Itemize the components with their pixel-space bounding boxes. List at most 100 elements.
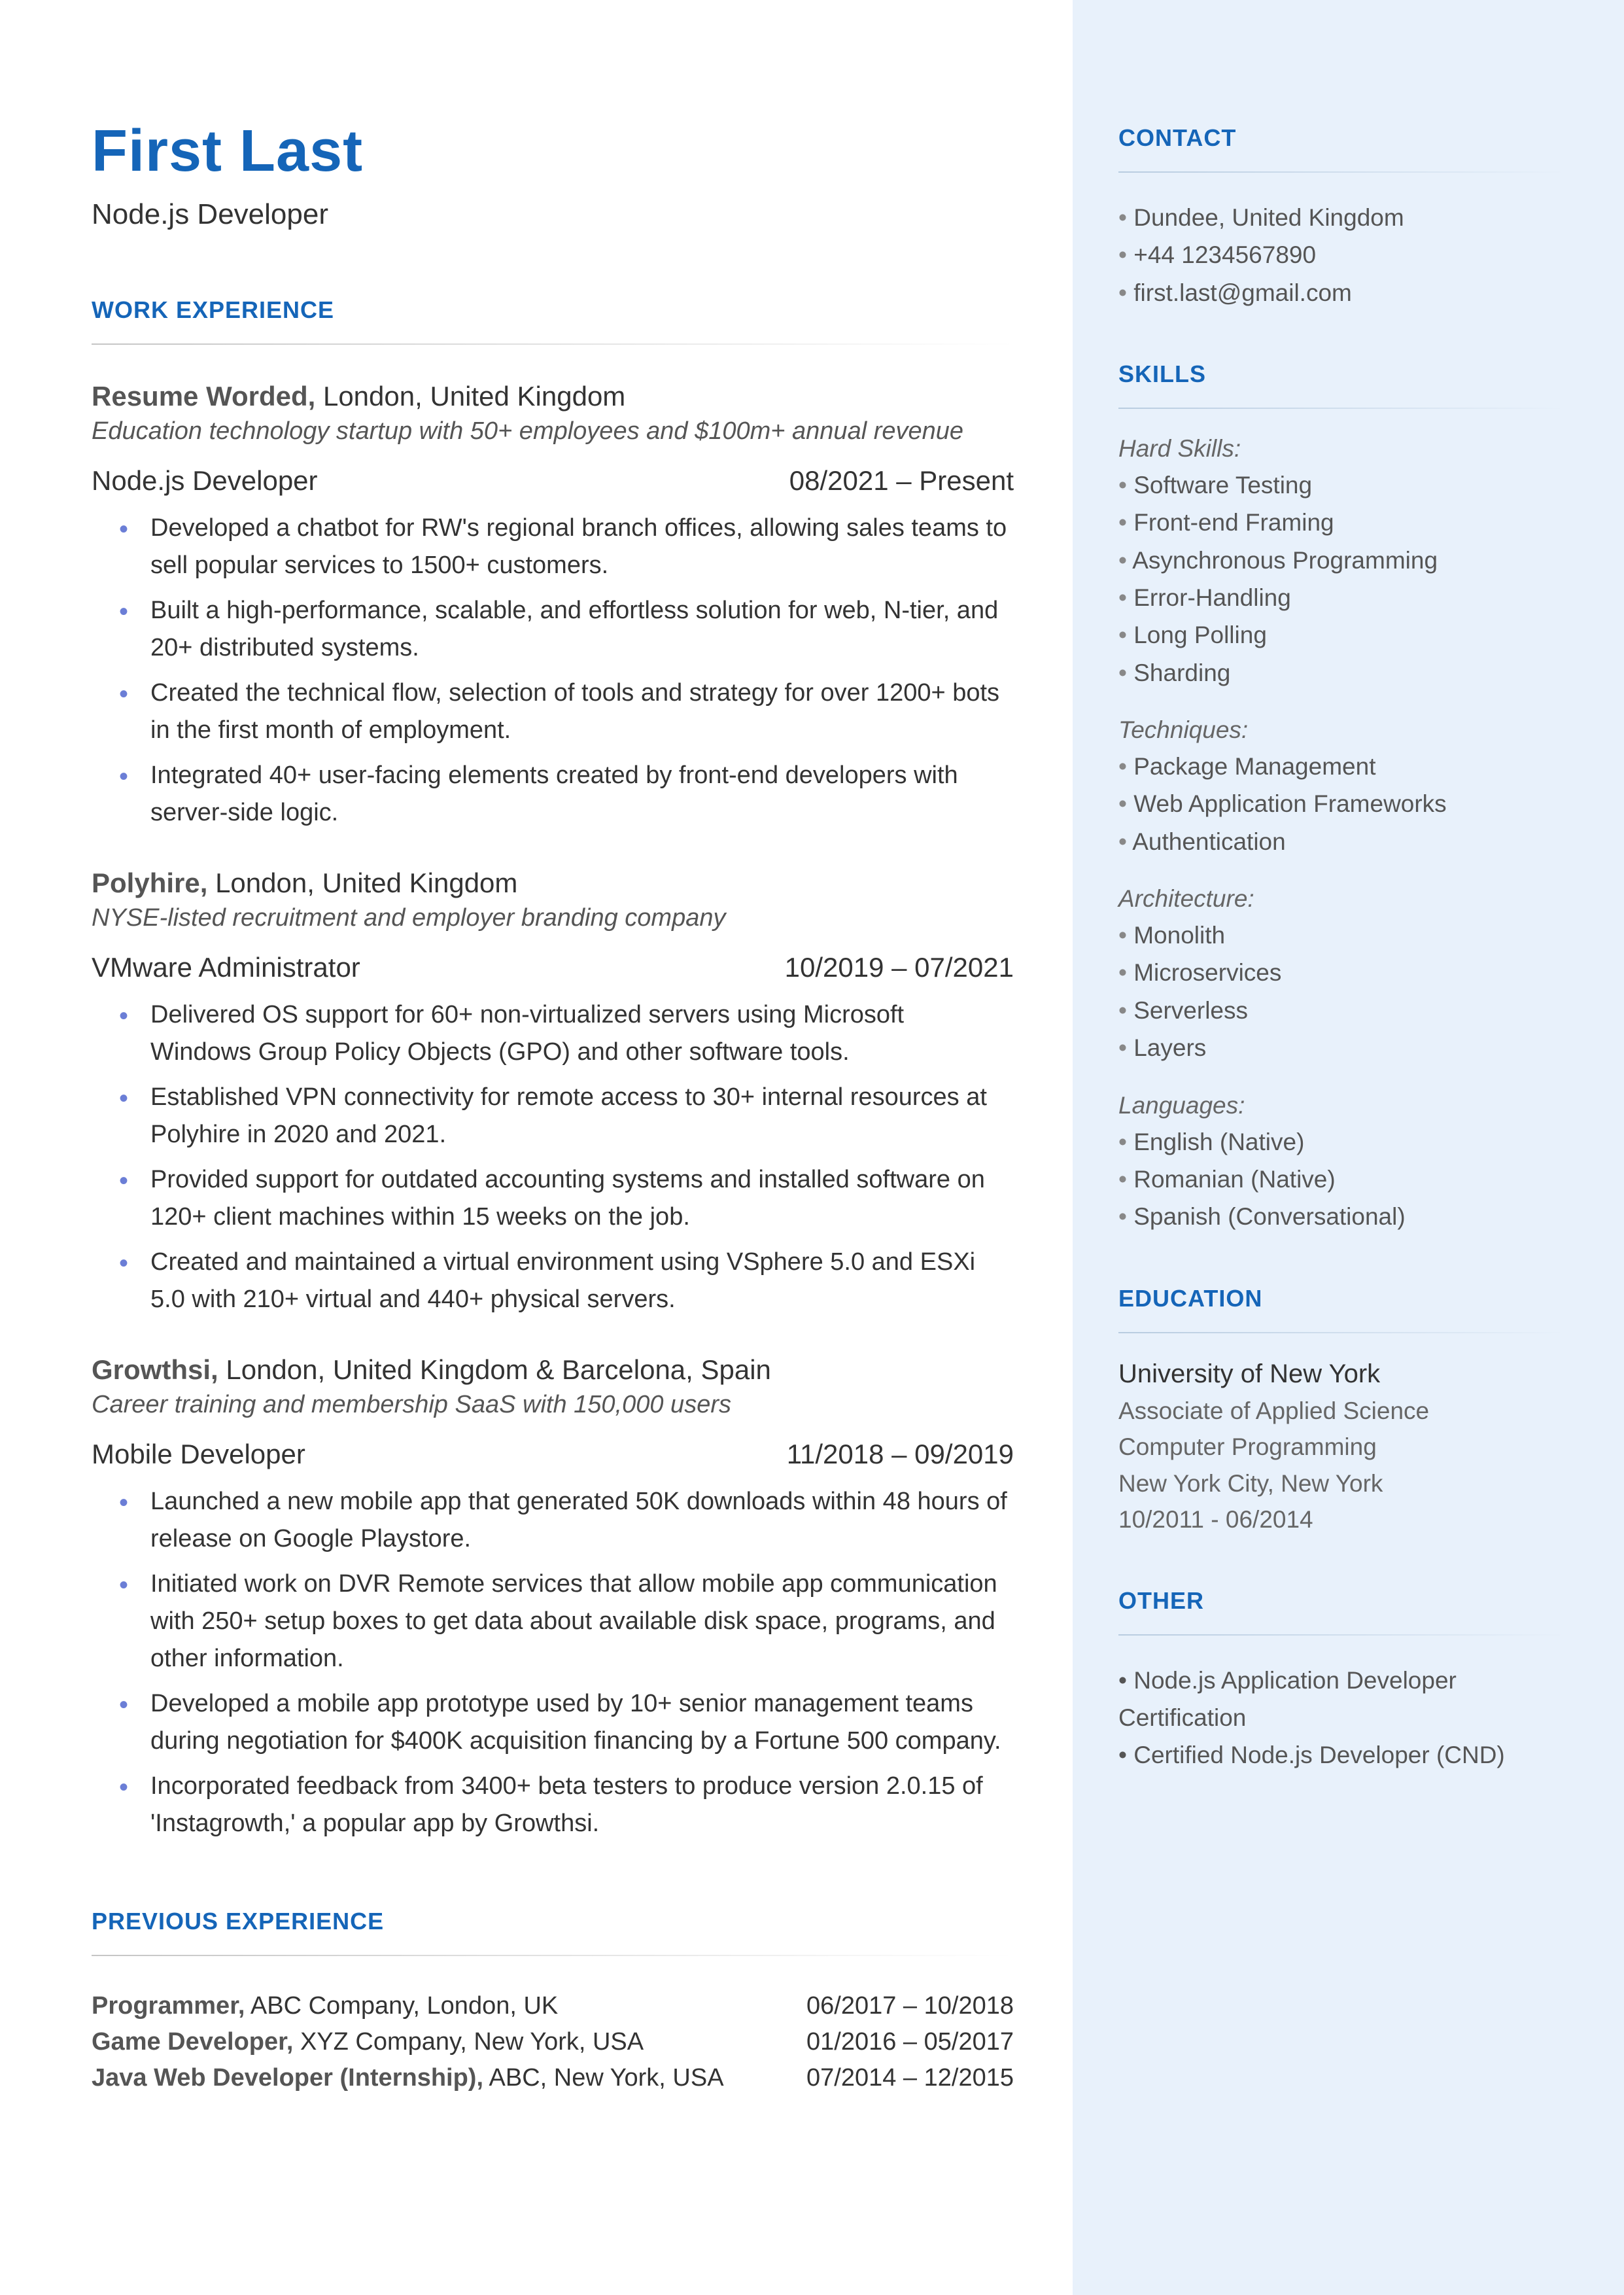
previous-company: ABC, New York, USA [489, 2064, 724, 2092]
company-desc: Career training and membership SaaS with… [92, 1391, 1014, 1419]
bullet-item: Launched a new mobile app that generated… [150, 1483, 1014, 1558]
skill-item: Romanian (Native) [1118, 1161, 1565, 1198]
previous-role: Programmer, [92, 1992, 245, 2020]
sidebar-column: CONTACT Dundee, United Kingdom+44 123456… [1073, 0, 1624, 2295]
skills-list: Software TestingFront-end FramingAsynchr… [1118, 466, 1565, 692]
bullet-item: Provided support for outdated accounting… [150, 1161, 1014, 1236]
company-location: London, United Kingdom [215, 867, 517, 898]
other-item: • Certified Node.js Developer (CND) [1118, 1736, 1565, 1774]
skill-item: Microservices [1118, 954, 1565, 991]
bullet-item: Developed a mobile app prototype used by… [150, 1685, 1014, 1760]
bullet-item: Established VPN connectivity for remote … [150, 1079, 1014, 1153]
skill-item: Package Management [1118, 748, 1565, 785]
other-item: • Node.js Application Developer Certific… [1118, 1662, 1565, 1737]
divider [1118, 171, 1565, 173]
skill-item: Error-Handling [1118, 579, 1565, 616]
skill-item: Web Application Frameworks [1118, 785, 1565, 822]
previous-row: Programmer, ABC Company, London, UK 06/20… [92, 1992, 1014, 2020]
bullet-item: Integrated 40+ user-facing elements crea… [150, 757, 1014, 832]
skill-item: Monolith [1118, 917, 1565, 954]
previous-role: Game Developer, [92, 2028, 293, 2056]
bullet-item: Created and maintained a virtual environ… [150, 1244, 1014, 1318]
divider [1118, 408, 1565, 409]
skills-list: MonolithMicroservicesServerlessLayers [1118, 917, 1565, 1066]
company-name: Polyhire, [92, 867, 207, 898]
contact-item: first.last@gmail.com [1118, 274, 1565, 311]
job-block: Growthsi, London, United Kingdom & Barce… [92, 1354, 1014, 1842]
contact-item: Dundee, United Kingdom [1118, 199, 1565, 236]
previous-list: Programmer, ABC Company, London, UK 06/20… [92, 1992, 1014, 2092]
previous-row: Java Web Developer (Internship), ABC, Ne… [92, 2064, 1014, 2092]
education-heading: EDUCATION [1118, 1285, 1565, 1312]
bullet-item: Created the technical flow, selection of… [150, 674, 1014, 749]
divider [92, 1955, 1014, 1956]
applicant-title: Node.js Developer [92, 198, 1014, 231]
company-desc: Education technology startup with 50+ em… [92, 417, 1014, 446]
skill-item: Spanish (Conversational) [1118, 1198, 1565, 1235]
job-role: Mobile Developer [92, 1439, 305, 1470]
education-field: Computer Programming [1118, 1429, 1565, 1465]
role-line: Node.js Developer 08/2021 – Present [92, 465, 1014, 497]
previous-company: ABC Company, London, UK [251, 1992, 558, 2020]
work-experience-heading: WORK EXPERIENCE [92, 296, 1014, 324]
skill-item: Software Testing [1118, 466, 1565, 504]
job-role: Node.js Developer [92, 465, 318, 497]
education-dates: 10/2011 - 06/2014 [1118, 1501, 1565, 1538]
job-bullets: Launched a new mobile app that generated… [92, 1483, 1014, 1842]
education-place: New York City, New York [1118, 1465, 1565, 1502]
previous-row: Game Developer, XYZ Company, New York, U… [92, 2028, 1014, 2056]
role-line: Mobile Developer 11/2018 – 09/2019 [92, 1439, 1014, 1470]
previous-dates: 07/2014 – 12/2015 [806, 2064, 1014, 2092]
divider [1118, 1634, 1565, 1636]
education-degree: Associate of Applied Science [1118, 1393, 1565, 1429]
skills-list: English (Native)Romanian (Native)Spanish… [1118, 1123, 1565, 1236]
job-bullets: Delivered OS support for 60+ non-virtual… [92, 996, 1014, 1318]
bullet-item: Initiated work on DVR Remote services th… [150, 1566, 1014, 1677]
applicant-name: First Last [92, 118, 1014, 185]
bullet-item: Delivered OS support for 60+ non-virtual… [150, 996, 1014, 1071]
skill-item: English (Native) [1118, 1123, 1565, 1161]
role-line: VMware Administrator10/2019 – 07/2021 [92, 952, 1014, 983]
other-heading: OTHER [1118, 1587, 1565, 1615]
skill-item: Sharding [1118, 654, 1565, 692]
company-line: Polyhire, London, United Kingdom [92, 867, 1014, 899]
job-bullets: Developed a chatbot for RW's regional br… [92, 510, 1014, 832]
skills-groups: Hard Skills: Software TestingFront-end Fr… [1118, 435, 1565, 1236]
skills-heading: SKILLS [1118, 360, 1565, 388]
company-line: Resume Worded, London, United Kingdom [92, 381, 1014, 412]
divider [1118, 1332, 1565, 1333]
contact-item: +44 1234567890 [1118, 236, 1565, 273]
job-block: Resume Worded, London, United Kingdom Edu… [92, 381, 1014, 832]
job-dates: 10/2019 – 07/2021 [785, 952, 1014, 983]
other-list: • Node.js Application Developer Certific… [1118, 1662, 1565, 1774]
bullet-item: Developed a chatbot for RW's regional br… [150, 510, 1014, 584]
jobs-list: Resume Worded, London, United Kingdom Edu… [92, 381, 1014, 1842]
company-location: London, United Kingdom [323, 381, 625, 412]
bullet-item: Incorporated feedback from 3400+ beta te… [150, 1768, 1014, 1842]
company-location: London, United Kingdom & Barcelona, Spai… [226, 1354, 771, 1385]
main-column: First Last Node.js Developer WORK EXPERI… [0, 0, 1073, 2295]
education-school: University of New York [1118, 1359, 1565, 1389]
company-desc: NYSE-listed recruitment and employer bra… [92, 904, 1014, 932]
previous-experience-heading: PREVIOUS EXPERIENCE [92, 1908, 1014, 1935]
job-block: Polyhire, London, United Kingdom NYSE-lis… [92, 867, 1014, 1318]
previous-role: Java Web Developer (Internship), [92, 2064, 483, 2092]
bullet-item: Built a high-performance, scalable, and … [150, 592, 1014, 667]
previous-company: XYZ Company, New York, USA [300, 2028, 644, 2056]
divider [92, 343, 1014, 345]
company-line: Growthsi, London, United Kingdom & Barce… [92, 1354, 1014, 1386]
previous-dates: 06/2017 – 10/2018 [806, 1992, 1014, 2020]
skills-subhead: Techniques: [1118, 716, 1565, 744]
contact-list: Dundee, United Kingdom+44 1234567890firs… [1118, 199, 1565, 311]
skill-item: Authentication [1118, 823, 1565, 860]
company-name: Growthsi, [92, 1354, 218, 1385]
skill-item: Asynchronous Programming [1118, 542, 1565, 579]
skills-subhead: Hard Skills: [1118, 435, 1565, 463]
job-dates: 08/2021 – Present [789, 465, 1014, 497]
contact-heading: CONTACT [1118, 124, 1565, 152]
skills-subhead: Languages: [1118, 1092, 1565, 1119]
job-dates: 11/2018 – 09/2019 [787, 1439, 1014, 1470]
previous-dates: 01/2016 – 05/2017 [806, 2028, 1014, 2056]
skill-item: Long Polling [1118, 616, 1565, 654]
skill-item: Front-end Framing [1118, 504, 1565, 541]
